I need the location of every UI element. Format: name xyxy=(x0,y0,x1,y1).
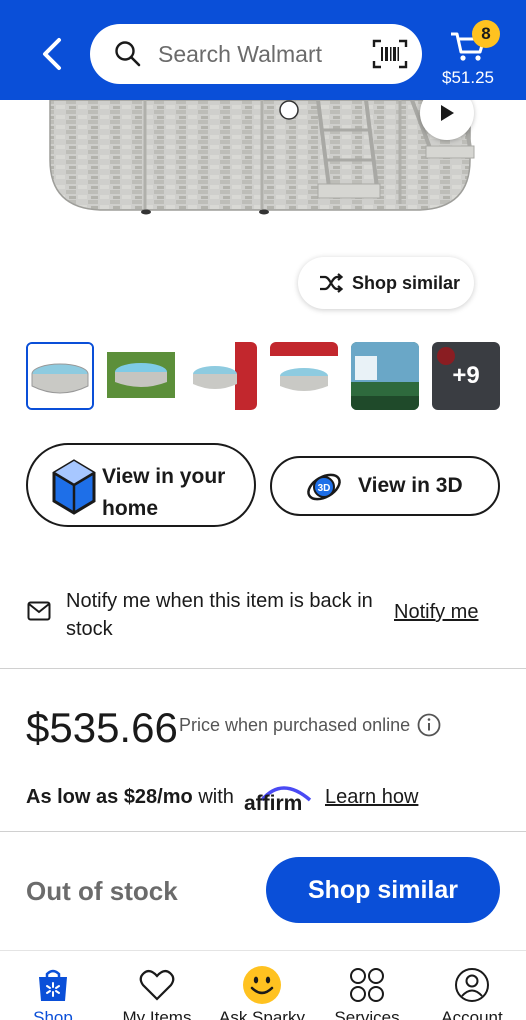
nav-account-label: Account xyxy=(441,1008,503,1020)
view-in-your-home-button[interactable]: View in your home xyxy=(26,443,256,527)
pool-feature-thumbnail-image xyxy=(189,342,257,410)
price-note: Price when purchased online xyxy=(179,715,411,735)
envelope-icon xyxy=(27,601,51,621)
nav-my-items[interactable]: My Items xyxy=(107,965,207,1020)
view-in-3d-label: View in 3D xyxy=(358,474,463,497)
pool-thumbnail-image xyxy=(28,344,92,408)
learn-how-link[interactable]: Learn how xyxy=(325,786,418,809)
thumbnail-1[interactable] xyxy=(26,342,94,410)
spark-bag-icon xyxy=(39,969,67,1001)
svg-text:affirm: affirm xyxy=(244,792,302,814)
nav-my-items-label: My Items xyxy=(122,1008,192,1020)
nav-shop[interactable]: Shop xyxy=(3,965,103,1020)
shop-similar-chip-label: Shop similar xyxy=(352,272,461,293)
stock-status: Out of stock xyxy=(26,876,178,906)
view-in-3d-button[interactable]: 3D View in 3D xyxy=(270,456,500,516)
shop-similar-button[interactable]: Shop similar xyxy=(266,857,500,923)
view-home-line-2: home xyxy=(102,497,159,520)
svg-text:3D: 3D xyxy=(318,483,331,494)
barcode-scan-icon[interactable] xyxy=(372,38,408,70)
financing-with: with xyxy=(198,786,234,808)
pool-lawn-thumbnail-image xyxy=(107,342,175,410)
play-icon xyxy=(441,105,454,121)
person-icon xyxy=(455,968,489,1002)
affirm-logo: affirm xyxy=(244,786,312,814)
sparky-icon xyxy=(243,966,281,1004)
nav-ask-sparky-label: Ask Sparky xyxy=(219,1008,305,1020)
divider xyxy=(0,668,526,669)
back-arrow-icon xyxy=(43,38,61,70)
divider xyxy=(0,831,526,832)
bottom-nav: Shop My Items Ask Sparky Services Accoun… xyxy=(0,950,526,1020)
thumbnail-4[interactable] xyxy=(270,342,338,410)
search-icon xyxy=(115,41,141,67)
thumbnail-strip: +9 xyxy=(26,342,500,410)
more-images-count: +9 xyxy=(452,362,480,389)
nav-services[interactable]: Services xyxy=(317,965,417,1020)
search-input[interactable]: Search Walmart xyxy=(158,41,322,68)
nav-ask-sparky[interactable]: Ask Sparky xyxy=(212,965,312,1020)
shuffle-icon xyxy=(320,273,344,293)
cart-count-badge: 8 xyxy=(472,20,500,48)
view-home-line-1: View in your xyxy=(102,465,226,488)
thumbnail-more[interactable]: +9 xyxy=(432,342,500,410)
3d-rotate-icon: 3D xyxy=(307,473,341,501)
heart-icon xyxy=(139,969,175,1001)
view-in-your-home-label: View in your home xyxy=(102,461,242,525)
financing-text: As low as $28/mo with xyxy=(26,786,234,809)
cart-button[interactable]: 8 $51.25 xyxy=(438,20,508,90)
shop-similar-chip[interactable]: Shop similar xyxy=(298,257,474,309)
top-header: Search Walmart 8 $51.25 xyxy=(0,0,526,100)
product-price: $535.66 xyxy=(26,704,178,751)
thumbnail-3[interactable] xyxy=(189,342,257,410)
back-button[interactable] xyxy=(30,30,74,78)
nav-account[interactable]: Account xyxy=(422,965,522,1020)
pool-spec-thumbnail-image xyxy=(270,342,338,410)
notify-message: Notify me when this item is back in stoc… xyxy=(66,590,373,640)
nav-shop-label: Shop xyxy=(33,1008,73,1020)
thumbnail-2[interactable] xyxy=(107,342,175,410)
info-icon[interactable] xyxy=(417,713,441,737)
ar-cube-icon xyxy=(52,459,96,515)
nav-services-label: Services xyxy=(334,1008,400,1020)
grid-circles-icon xyxy=(350,968,384,1002)
notify-me-link[interactable]: Notify me xyxy=(394,601,478,624)
financing-amount: As low as $28/mo xyxy=(26,786,193,808)
thumbnail-5[interactable] xyxy=(351,342,419,410)
cart-total: $51.25 xyxy=(442,68,494,87)
search-bar[interactable]: Search Walmart xyxy=(90,24,422,84)
pool-setup-thumbnail-image xyxy=(351,342,419,410)
